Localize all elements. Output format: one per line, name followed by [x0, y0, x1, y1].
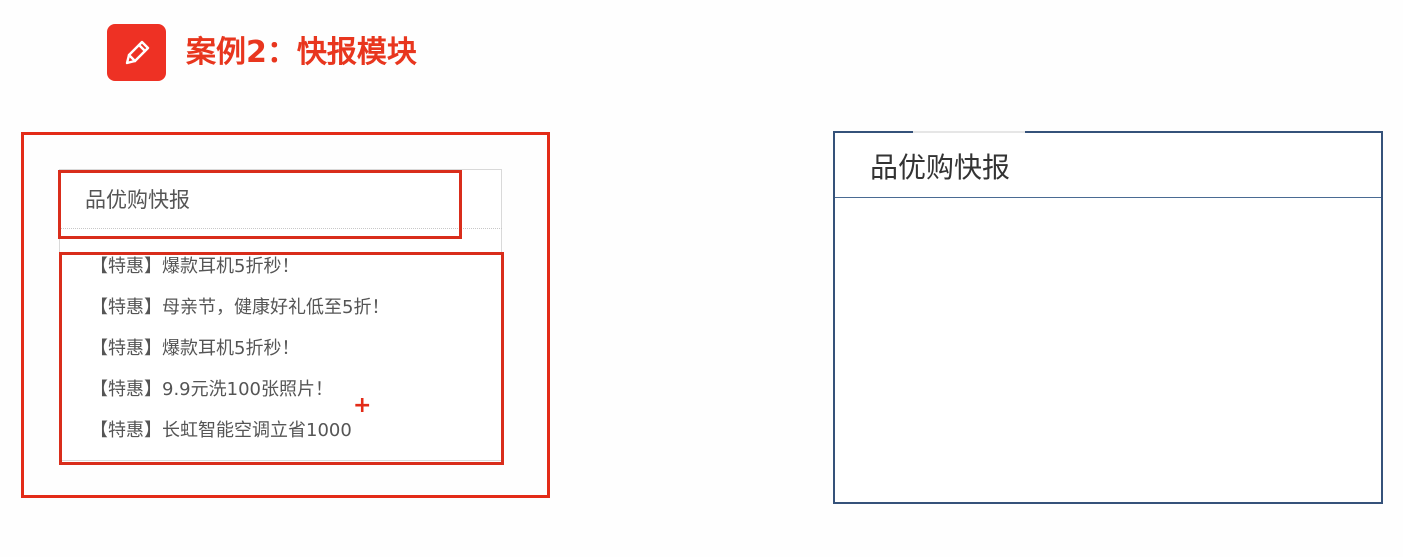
preview-top-accent: [913, 131, 1025, 133]
crosshair-cursor-icon: +: [353, 393, 372, 418]
pencil-edit-icon: [107, 24, 166, 81]
preview-title: 品优购快报: [870, 151, 1011, 184]
header-highlight-box: [58, 170, 462, 239]
case-title: 案例2：快报模块: [186, 35, 417, 70]
list-highlight-box: [59, 252, 504, 465]
preview-divider: [835, 197, 1381, 198]
